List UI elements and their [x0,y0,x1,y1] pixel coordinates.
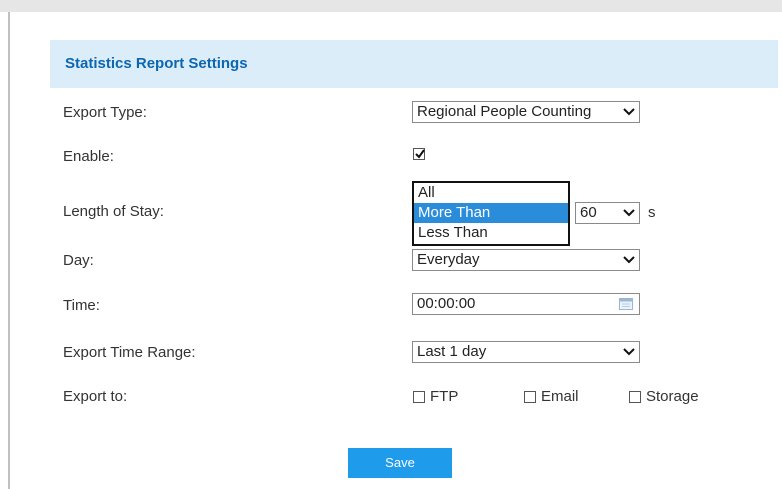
ftp-label: FTP [430,388,459,406]
email-checkbox[interactable] [524,390,536,403]
export-time-range-select[interactable]: Last 1 day [412,341,640,363]
checkmark-icon [415,149,425,159]
seconds-select[interactable]: 60 [575,202,640,224]
time-input[interactable]: 00:00:00 [412,293,640,315]
day-label: Day: [63,252,94,269]
panel-title: Statistics Report Settings [65,55,248,72]
save-button[interactable]: Save [348,448,452,478]
chevron-down-icon [623,203,635,217]
length-of-stay-dropdown[interactable]: All More Than Less Than [412,181,570,246]
dropdown-option-all[interactable]: All [414,183,568,203]
export-type-select[interactable]: Regional People Counting [412,101,640,123]
time-label: Time: [63,297,100,314]
chevron-down-icon [623,102,635,116]
day-value: Everyday [417,251,480,268]
top-strip [0,0,782,12]
enable-label: Enable: [63,148,114,165]
panel-header: Statistics Report Settings [50,40,778,88]
length-of-stay-label: Length of Stay: [63,203,164,220]
export-time-range-value: Last 1 day [417,343,487,360]
seconds-unit: s [648,204,656,221]
email-label: Email [541,388,579,406]
export-type-value: Regional People Counting [417,103,592,120]
left-border [8,12,10,489]
calendar-icon[interactable] [619,298,633,310]
chevron-down-icon [623,250,635,264]
ftp-checkbox[interactable] [413,390,425,403]
storage-checkbox[interactable] [629,390,641,403]
export-email-option[interactable]: Email [524,388,579,406]
export-ftp-option[interactable]: FTP [413,388,459,406]
export-time-range-label: Export Time Range: [63,344,196,361]
seconds-value: 60 [580,204,597,221]
export-to-label: Export to: [63,388,128,405]
export-type-label: Export Type: [63,104,147,121]
storage-label: Storage [646,388,699,406]
export-storage-option[interactable]: Storage [629,388,699,406]
dropdown-option-more-than[interactable]: More Than [414,203,568,223]
chevron-down-icon [623,342,635,356]
day-select[interactable]: Everyday [412,249,640,271]
dropdown-option-less-than[interactable]: Less Than [414,223,568,243]
time-value: 00:00:00 [417,295,476,312]
enable-checkbox[interactable] [413,148,425,160]
